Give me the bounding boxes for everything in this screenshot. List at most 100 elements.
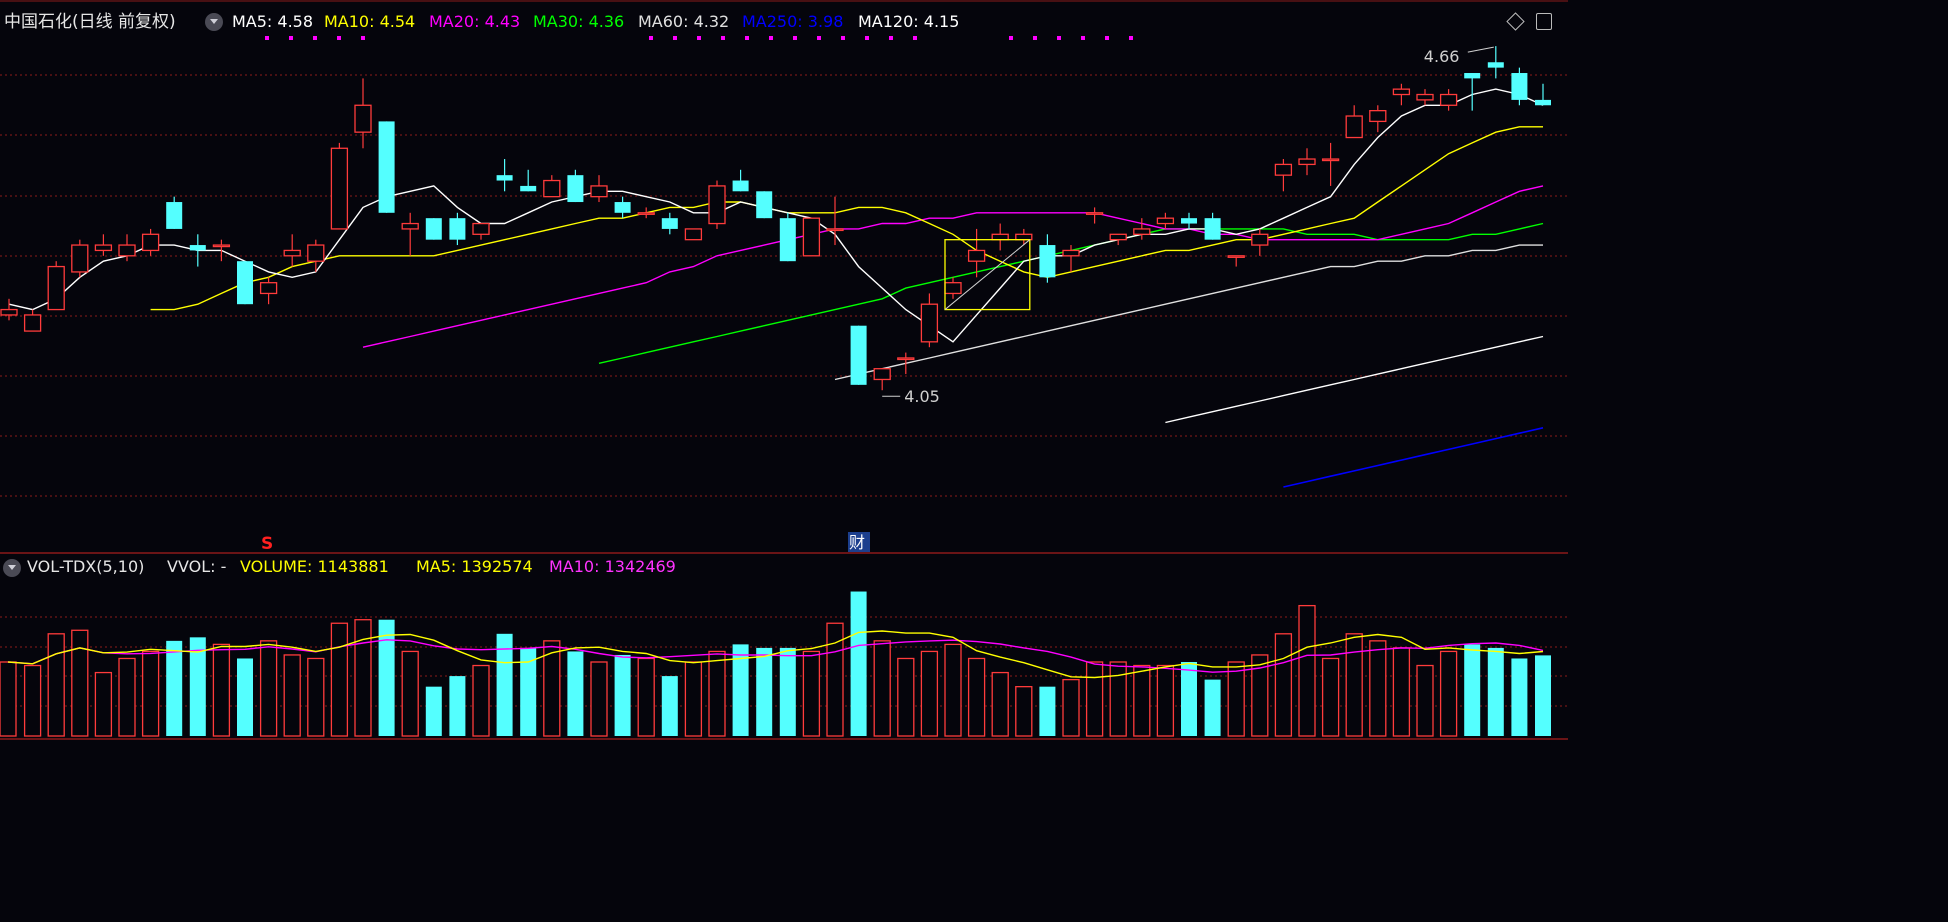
- volume-bar-up: [944, 643, 962, 737]
- volume-bar-up: [472, 664, 490, 737]
- signal-dot: [1129, 36, 1133, 40]
- signal-dot: [745, 36, 749, 40]
- volume-bar-up: [897, 657, 915, 737]
- candle-body: [684, 228, 703, 241]
- candle-body: [1464, 73, 1481, 79]
- candle-up: [1133, 218, 1151, 240]
- finance-marker: 财: [849, 533, 865, 552]
- candle-body: [1156, 217, 1175, 225]
- volume-bar-up: [1015, 686, 1033, 737]
- grid-layer: [0, 0, 1568, 740]
- candle-body: [779, 218, 796, 262]
- candle-up: [1416, 89, 1434, 106]
- volume-bar-up: [212, 643, 231, 737]
- signal-dot: [673, 36, 677, 40]
- signal-dot: [721, 36, 725, 40]
- candle-body: [732, 180, 749, 192]
- candle-body: [425, 218, 442, 240]
- volume-bar-up: [94, 671, 113, 737]
- candle-body: [1181, 218, 1197, 224]
- candle-up: [1439, 89, 1458, 111]
- candle-down: [732, 169, 749, 192]
- signal-dot: [1105, 36, 1109, 40]
- candle-body: [567, 175, 584, 203]
- candle-up: [141, 228, 160, 256]
- signal-dot: [337, 36, 341, 40]
- volume-bar-down: [425, 686, 442, 736]
- candle-up: [47, 261, 65, 311]
- candle-up: [71, 239, 89, 278]
- volume-bars-layer: [0, 591, 1551, 737]
- chart-canvas[interactable]: 4.66 4.05 S 财: [0, 0, 1568, 742]
- volume-bar-down: [614, 654, 631, 736]
- candle-body: [756, 191, 773, 219]
- candle-body: [1392, 88, 1411, 96]
- candle-body: [259, 282, 278, 295]
- candle-up: [259, 277, 278, 305]
- candle-up: [1298, 148, 1316, 176]
- candle-body: [141, 233, 160, 252]
- candle-down: [1181, 212, 1197, 229]
- candle-up: [1369, 105, 1387, 133]
- signal-dot: [1081, 36, 1085, 40]
- candle-body: [1227, 255, 1245, 258]
- candle-up: [802, 217, 821, 257]
- candle-down: [1039, 234, 1056, 283]
- candle-up: [330, 142, 349, 230]
- volume-bar-down: [520, 647, 537, 736]
- candle-up: [897, 352, 915, 375]
- high-arrow-line: [1467, 46, 1494, 53]
- candle-up: [1227, 255, 1245, 267]
- selection-diagonal: [944, 239, 1031, 310]
- candle-body: [1039, 245, 1056, 278]
- candle-body: [637, 212, 655, 215]
- signal-dot: [1009, 36, 1013, 40]
- volume-bar-up: [1156, 664, 1175, 737]
- candle-body: [1251, 233, 1269, 246]
- candle-down: [1204, 212, 1221, 240]
- candle-up: [1156, 212, 1175, 229]
- candle-body: [23, 314, 42, 332]
- candle-up: [708, 180, 726, 229]
- candle-body: [330, 147, 349, 230]
- volume-bar-up: [1133, 664, 1151, 737]
- volume-bar-up: [1085, 661, 1104, 737]
- volume-bar-down: [1204, 679, 1221, 736]
- candle-body: [0, 308, 18, 316]
- candle-body: [944, 282, 962, 295]
- signal-dot: [841, 36, 845, 40]
- volume-bar-up: [1345, 633, 1363, 737]
- signal-dot: [265, 36, 269, 40]
- signal-dot: [361, 36, 365, 40]
- signal-dot: [913, 36, 917, 40]
- volume-bar-down: [1181, 662, 1197, 736]
- candle-up: [1085, 207, 1104, 224]
- candle-up: [1345, 105, 1363, 139]
- volume-bar-up: [259, 640, 278, 737]
- signal-dot: [817, 36, 821, 40]
- candle-body: [354, 104, 372, 133]
- volume-bar-up: [873, 640, 891, 737]
- candle-down: [520, 169, 537, 192]
- signal-dot: [289, 36, 293, 40]
- candle-body: [1015, 233, 1033, 241]
- stock-chart: 中国石化(日线 前复权) MA5: 4.58 MA10: 4.54 MA20: 4.…: [0, 0, 1568, 742]
- candle-up: [590, 175, 608, 203]
- volume-bar-down: [1511, 658, 1528, 736]
- candle-body: [543, 179, 561, 198]
- volume-bar-up: [967, 657, 986, 737]
- candle-down: [1511, 67, 1528, 106]
- signal-dot: [313, 36, 317, 40]
- candle-body: [1439, 93, 1458, 106]
- volume-bar-down: [166, 640, 183, 736]
- candle-up: [543, 175, 561, 198]
- volume-bar-up: [1416, 664, 1434, 737]
- candle-up: [23, 309, 42, 332]
- volume-bar-up: [1321, 657, 1340, 737]
- candle-body: [307, 244, 325, 262]
- candle-body: [1345, 115, 1363, 139]
- volume-bar-up: [1274, 633, 1293, 737]
- candle-down: [779, 212, 796, 262]
- candle-body: [237, 261, 253, 305]
- volume-bar-up: [141, 650, 160, 737]
